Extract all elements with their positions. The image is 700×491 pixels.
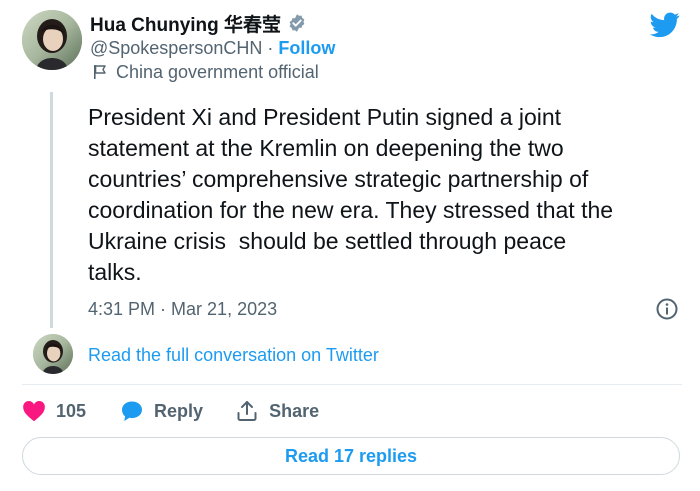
share-button[interactable]: Share xyxy=(235,399,319,423)
reply-label: Reply xyxy=(154,400,204,421)
tweet-text: President Xi and President Putin signed … xyxy=(88,104,614,285)
read-full-conversation-link[interactable]: Read the full conversation on Twitter xyxy=(88,343,379,367)
like-count: 105 xyxy=(56,400,87,421)
author-display-name[interactable]: Hua Chunying 华春莹 xyxy=(90,10,281,37)
government-flag-icon xyxy=(94,65,106,79)
tweet-time[interactable]: 4:31 PM xyxy=(88,299,155,320)
reply-button[interactable]: Reply xyxy=(120,399,203,423)
info-icon[interactable] xyxy=(655,297,679,321)
conversation-avatar[interactable] xyxy=(33,334,73,374)
tweet-date[interactable]: Mar 21, 2023 xyxy=(171,299,277,320)
actions-divider xyxy=(22,384,682,385)
avatar-portrait-image-small xyxy=(33,334,73,374)
government-label-text: China government official xyxy=(116,61,319,82)
author-handle-row: @SpokespersonCHN · Follow xyxy=(90,36,335,60)
verified-badge-icon xyxy=(289,14,305,32)
twitter-bird-icon[interactable] xyxy=(650,12,680,38)
share-label: Share xyxy=(269,400,320,421)
speech-bubble-icon xyxy=(122,401,143,421)
author-handle[interactable]: @SpokespersonCHN xyxy=(90,38,262,59)
tweet-embed-card: Hua Chunying 华春莹 @SpokespersonCHN · Foll… xyxy=(0,0,700,491)
heart-icon xyxy=(23,400,45,422)
follow-button[interactable]: Follow xyxy=(278,38,335,59)
read-replies-button[interactable]: Read 17 replies xyxy=(22,437,680,475)
thread-connector-line xyxy=(50,92,53,328)
like-button[interactable]: 105 xyxy=(22,400,86,422)
tweet-timestamp: 4:31 PM · Mar 21, 2023 xyxy=(88,297,277,321)
author-name-row: Hua Chunying 华春莹 xyxy=(90,10,307,36)
avatar-portrait-image xyxy=(22,10,82,70)
separator-dot: · xyxy=(267,37,274,58)
timestamp-separator: · xyxy=(160,298,167,319)
government-label-row: China government official xyxy=(92,60,319,84)
share-upload-icon xyxy=(237,401,257,421)
author-avatar[interactable] xyxy=(22,10,82,70)
tweet-actions-bar: 105 Reply Share xyxy=(22,397,319,425)
